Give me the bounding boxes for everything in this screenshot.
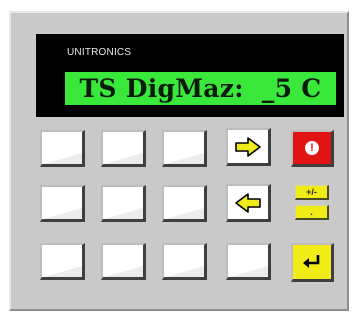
right-arrow-icon bbox=[235, 136, 261, 157]
brand-label: UNITRONICS bbox=[67, 47, 132, 58]
decimal-point-key[interactable]: . bbox=[295, 205, 329, 220]
keypad-blank-key-r3c1[interactable] bbox=[40, 243, 85, 280]
enter-key[interactable] bbox=[291, 243, 334, 282]
keypad-blank-key-r2c3[interactable] bbox=[162, 185, 207, 222]
keypad-blank-key-r3c4[interactable] bbox=[226, 243, 271, 280]
left-arrow-key[interactable] bbox=[226, 184, 271, 222]
keypad-blank-key-r1c2[interactable] bbox=[101, 130, 146, 167]
display-area: UNITRONICS TS DigMaz: _5 C bbox=[36, 34, 344, 117]
lcd-screen: TS DigMaz: _5 C bbox=[65, 72, 336, 105]
keypad-blank-key-r1c1[interactable] bbox=[40, 130, 85, 167]
left-arrow-icon bbox=[235, 192, 261, 213]
hmi-panel: UNITRONICS TS DigMaz: _5 C ! +/- . bbox=[9, 11, 349, 311]
keypad-blank-key-r1c3[interactable] bbox=[162, 130, 207, 167]
right-arrow-key[interactable] bbox=[226, 128, 271, 166]
esc-key[interactable]: ! bbox=[291, 130, 334, 167]
keypad-blank-key-r3c2[interactable] bbox=[101, 243, 146, 280]
exclamation-icon: ! bbox=[305, 141, 319, 155]
keypad-blank-key-r2c1[interactable] bbox=[40, 185, 85, 222]
enter-icon bbox=[303, 255, 320, 268]
keypad-blank-key-r2c2[interactable] bbox=[101, 185, 146, 222]
keypad-blank-key-r3c3[interactable] bbox=[162, 243, 207, 280]
plus-minus-key[interactable]: +/- bbox=[295, 185, 329, 200]
